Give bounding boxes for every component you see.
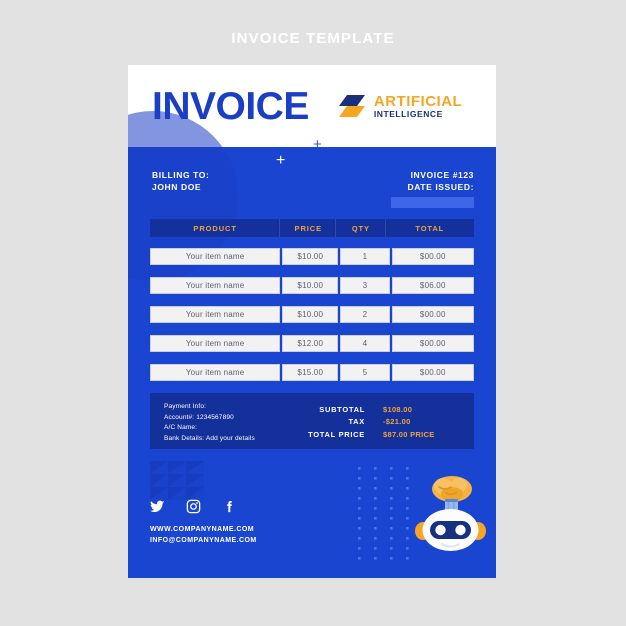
- contact-info: WWW.COMPANYNAME.COM INFO@COMPANYNAME.COM: [150, 524, 257, 547]
- cell-product[interactable]: Your item name: [150, 277, 281, 294]
- client-name: JOHN DOE: [152, 182, 202, 193]
- invoice-footer: WWW.COMPANYNAME.COM INFO@COMPANYNAME.COM: [128, 455, 496, 565]
- website-url[interactable]: WWW.COMPANYNAME.COM: [150, 524, 257, 535]
- invoice-header: INVOICE ARTIFICIAL INTELLIGENCE +: [128, 65, 496, 152]
- cell-product[interactable]: Your item name: [150, 248, 281, 265]
- subtotal-value: $108.00: [383, 404, 413, 414]
- column-header-price: PRICE: [280, 219, 336, 237]
- cell-qty[interactable]: 5: [340, 364, 390, 381]
- table-row[interactable]: Your item name $10.00 3 $06.00: [150, 277, 474, 294]
- column-header-qty: QTY: [336, 219, 385, 237]
- cell-price[interactable]: $10.00: [282, 277, 339, 294]
- tax-value: -$21.00: [383, 417, 411, 427]
- page-title: INVOICE TEMPLATE: [231, 30, 395, 47]
- cell-product[interactable]: Your item name: [150, 306, 281, 323]
- cell-price[interactable]: $15.00: [282, 364, 339, 381]
- cell-product[interactable]: Your item name: [150, 335, 281, 352]
- date-issued-field[interactable]: [391, 197, 474, 208]
- cell-product[interactable]: Your item name: [150, 364, 281, 381]
- totals-row-total-price: TOTAL PRICE $87.00 PRICE: [250, 428, 460, 441]
- cell-total[interactable]: $00.00: [391, 335, 474, 352]
- cell-qty[interactable]: 4: [340, 335, 390, 352]
- logo-parallelogram-icon: [338, 95, 365, 117]
- table-row[interactable]: Your item name $10.00 2 $00.00: [150, 306, 474, 323]
- logo-line-2: INTELLIGENCE: [373, 108, 443, 119]
- cell-qty[interactable]: 3: [340, 277, 390, 294]
- invoice-number: INVOICE #123: [410, 170, 474, 180]
- totals-list: SUBTOTAL $108.00 TAX -$21.00 TOTAL PRICE…: [250, 403, 460, 441]
- payment-summary-block: Payment Info: Account#: 1234567890 A/C N…: [150, 393, 474, 449]
- cell-price[interactable]: $10.00: [282, 306, 339, 323]
- cell-total[interactable]: $06.00: [391, 277, 474, 294]
- cell-total[interactable]: $00.00: [391, 306, 474, 323]
- date-issued-label: DATE ISSUED:: [407, 182, 474, 193]
- triangle-pattern-decoration: [150, 461, 204, 500]
- subtotal-label: SUBTOTAL: [319, 404, 365, 414]
- email-address[interactable]: INFO@COMPANYNAME.COM: [150, 535, 257, 546]
- robot-icon: [415, 476, 486, 551]
- cell-price[interactable]: $10.00: [282, 248, 339, 265]
- invoice-meta-block: INVOICE #123 DATE ISSUED:: [407, 169, 474, 194]
- invoice-card: INVOICE ARTIFICIAL INTELLIGENCE + + BILL…: [128, 65, 496, 578]
- cell-qty[interactable]: 2: [340, 306, 390, 323]
- plus-decoration-icon-2: +: [276, 152, 286, 169]
- totals-row-tax: TAX -$21.00: [250, 416, 460, 429]
- cell-qty[interactable]: 1: [340, 248, 390, 265]
- twitter-icon[interactable]: [150, 499, 165, 514]
- column-header-product: PRODUCT: [150, 219, 280, 237]
- facebook-icon[interactable]: [222, 499, 237, 514]
- table-row[interactable]: Your item name $15.00 5 $00.00: [150, 364, 474, 381]
- dot-pattern-decoration: [358, 467, 409, 560]
- cell-total[interactable]: $00.00: [391, 248, 474, 265]
- social-links[interactable]: [150, 499, 237, 514]
- cell-price[interactable]: $12.00: [282, 335, 339, 352]
- total-price-label: TOTAL PRICE: [308, 429, 365, 439]
- table-header-row: PRODUCT PRICE QTY TOTAL: [150, 219, 474, 237]
- logo-text: ARTIFICIAL INTELLIGENCE: [374, 94, 462, 119]
- tax-label: TAX: [348, 417, 365, 427]
- totals-row-subtotal: SUBTOTAL $108.00: [250, 403, 460, 416]
- line-items-table: PRODUCT PRICE QTY TOTAL Your item name $…: [128, 219, 496, 381]
- logo-line-1: ARTIFICIAL: [373, 92, 463, 110]
- billing-section: + BILLING TO: JOHN DOE INVOICE #123 DATE…: [128, 111, 496, 281]
- table-row[interactable]: Your item name $12.00 4 $00.00: [150, 335, 474, 352]
- total-price-value: $87.00 PRICE: [383, 429, 435, 439]
- instagram-icon[interactable]: [186, 499, 201, 514]
- billing-to-block: BILLING TO: JOHN DOE: [152, 169, 209, 194]
- invoice-wordmark: INVOICE: [152, 84, 309, 128]
- billing-to-label: BILLING TO:: [152, 170, 210, 180]
- column-header-total: TOTAL: [415, 223, 445, 233]
- cell-total[interactable]: $00.00: [391, 364, 474, 381]
- brand-logo: ARTIFICIAL INTELLIGENCE: [337, 93, 462, 119]
- table-row[interactable]: Your item name $10.00 1 $00.00: [150, 248, 474, 265]
